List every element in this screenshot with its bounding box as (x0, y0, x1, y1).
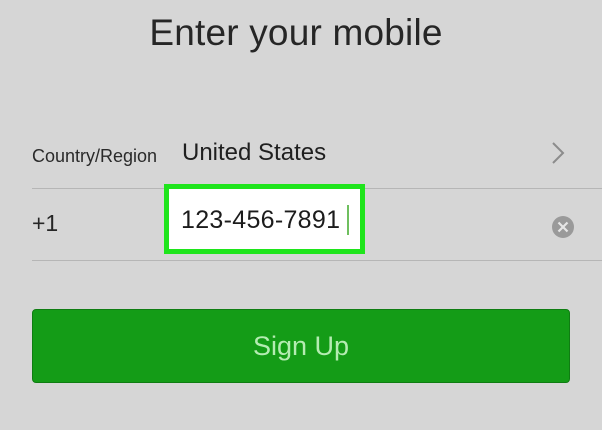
phone-input-highlight (164, 184, 365, 254)
clear-icon[interactable] (551, 215, 575, 239)
sign-up-button[interactable]: Sign Up (32, 309, 570, 383)
text-cursor (347, 205, 349, 235)
country-region-value: United States (182, 139, 327, 166)
country-region-label: Country/Region (32, 146, 158, 166)
country-code-prefix: +1 (32, 210, 59, 236)
chevron-right-icon (546, 138, 570, 168)
phone-number-input[interactable] (181, 203, 351, 237)
country-region-row[interactable]: Country/Region United States (32, 118, 602, 189)
page-title: Enter your mobile (149, 12, 443, 53)
